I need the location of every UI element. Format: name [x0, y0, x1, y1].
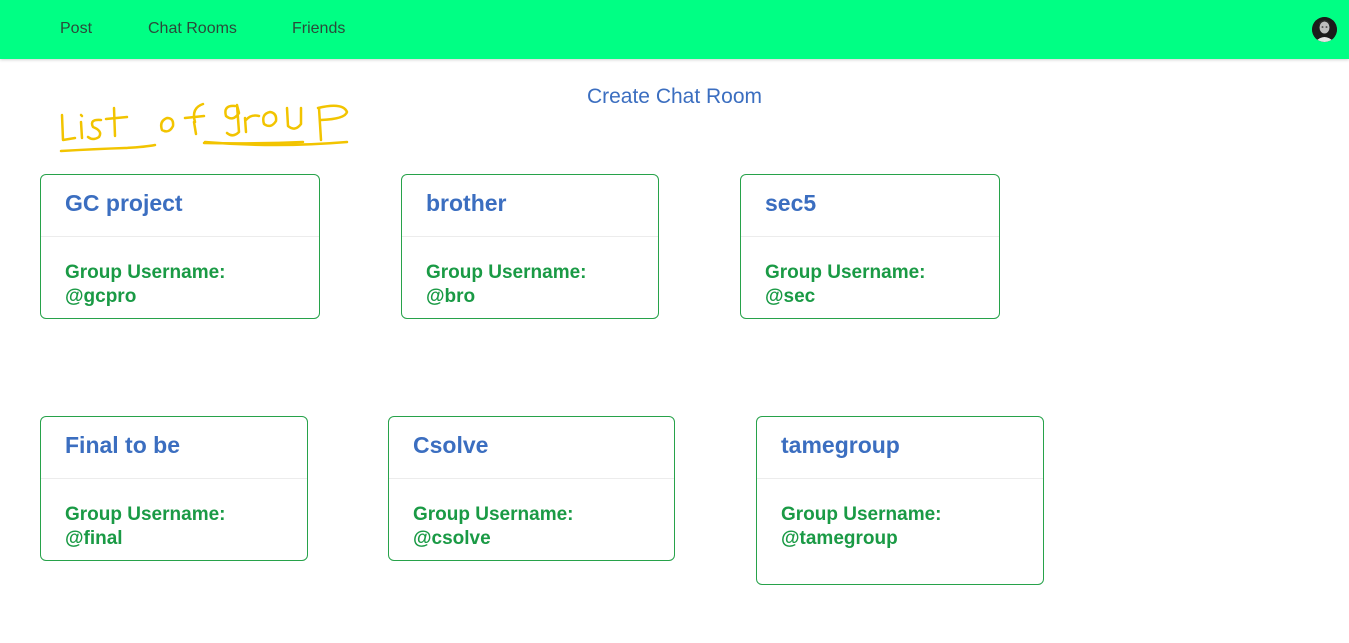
group-username-value: @gcpro: [65, 286, 137, 307]
group-username-value: @csolve: [413, 528, 491, 549]
group-username-value: @tamegroup: [781, 528, 898, 549]
group-title: Csolve: [413, 432, 489, 458]
group-username-label: Group Username:: [765, 262, 926, 283]
group-title: GC project: [65, 190, 183, 216]
group-username-value: @sec: [765, 286, 816, 307]
nav-link-chat-rooms[interactable]: Chat Rooms: [148, 19, 237, 39]
avatar-image: [1312, 17, 1337, 42]
group-title: brother: [426, 190, 507, 216]
group-title: tamegroup: [781, 432, 900, 458]
group-username-text: Group Username: @final: [41, 479, 307, 551]
group-username-label: Group Username:: [426, 262, 587, 283]
nav-link-post[interactable]: Post: [60, 19, 92, 39]
group-username-text: Group Username: @tamegroup: [757, 479, 1043, 551]
group-card-header: GC project: [41, 175, 319, 237]
group-username-label: Group Username:: [65, 504, 226, 525]
handwritten-annotation: [59, 102, 349, 153]
create-chat-room-link[interactable]: Create Chat Room: [560, 84, 789, 110]
group-username-value: @final: [65, 528, 123, 549]
top-navbar: Post Chat Rooms Friends: [0, 0, 1349, 59]
page: Post Chat Rooms Friends Create Chat Room: [0, 0, 1349, 643]
group-username-text: Group Username: @csolve: [389, 479, 674, 551]
group-card[interactable]: GC project Group Username: @gcpro: [40, 174, 320, 319]
group-username-label: Group Username:: [413, 504, 574, 525]
group-username-text: Group Username: @gcpro: [41, 237, 319, 309]
group-username-label: Group Username:: [65, 262, 226, 283]
group-card[interactable]: brother Group Username: @bro: [401, 174, 659, 319]
group-card[interactable]: sec5 Group Username: @sec: [740, 174, 1000, 319]
group-card-header: Final to be: [41, 417, 307, 479]
group-username-value: @bro: [426, 286, 476, 307]
group-card[interactable]: Csolve Group Username: @csolve: [388, 416, 675, 561]
group-card-header: Csolve: [389, 417, 674, 479]
nav-link-friends[interactable]: Friends: [292, 19, 345, 39]
group-card[interactable]: tamegroup Group Username: @tamegroup: [756, 416, 1044, 585]
group-card-header: tamegroup: [757, 417, 1043, 479]
group-card[interactable]: Final to be Group Username: @final: [40, 416, 308, 561]
group-title: sec5: [765, 190, 817, 216]
user-avatar-icon[interactable]: [1312, 17, 1337, 42]
group-username-text: Group Username: @bro: [402, 237, 658, 309]
group-username-label: Group Username:: [781, 504, 942, 525]
group-card-header: sec5: [741, 175, 999, 237]
group-card-header: brother: [402, 175, 658, 237]
group-username-text: Group Username: @sec: [741, 237, 999, 309]
group-title: Final to be: [65, 432, 180, 458]
